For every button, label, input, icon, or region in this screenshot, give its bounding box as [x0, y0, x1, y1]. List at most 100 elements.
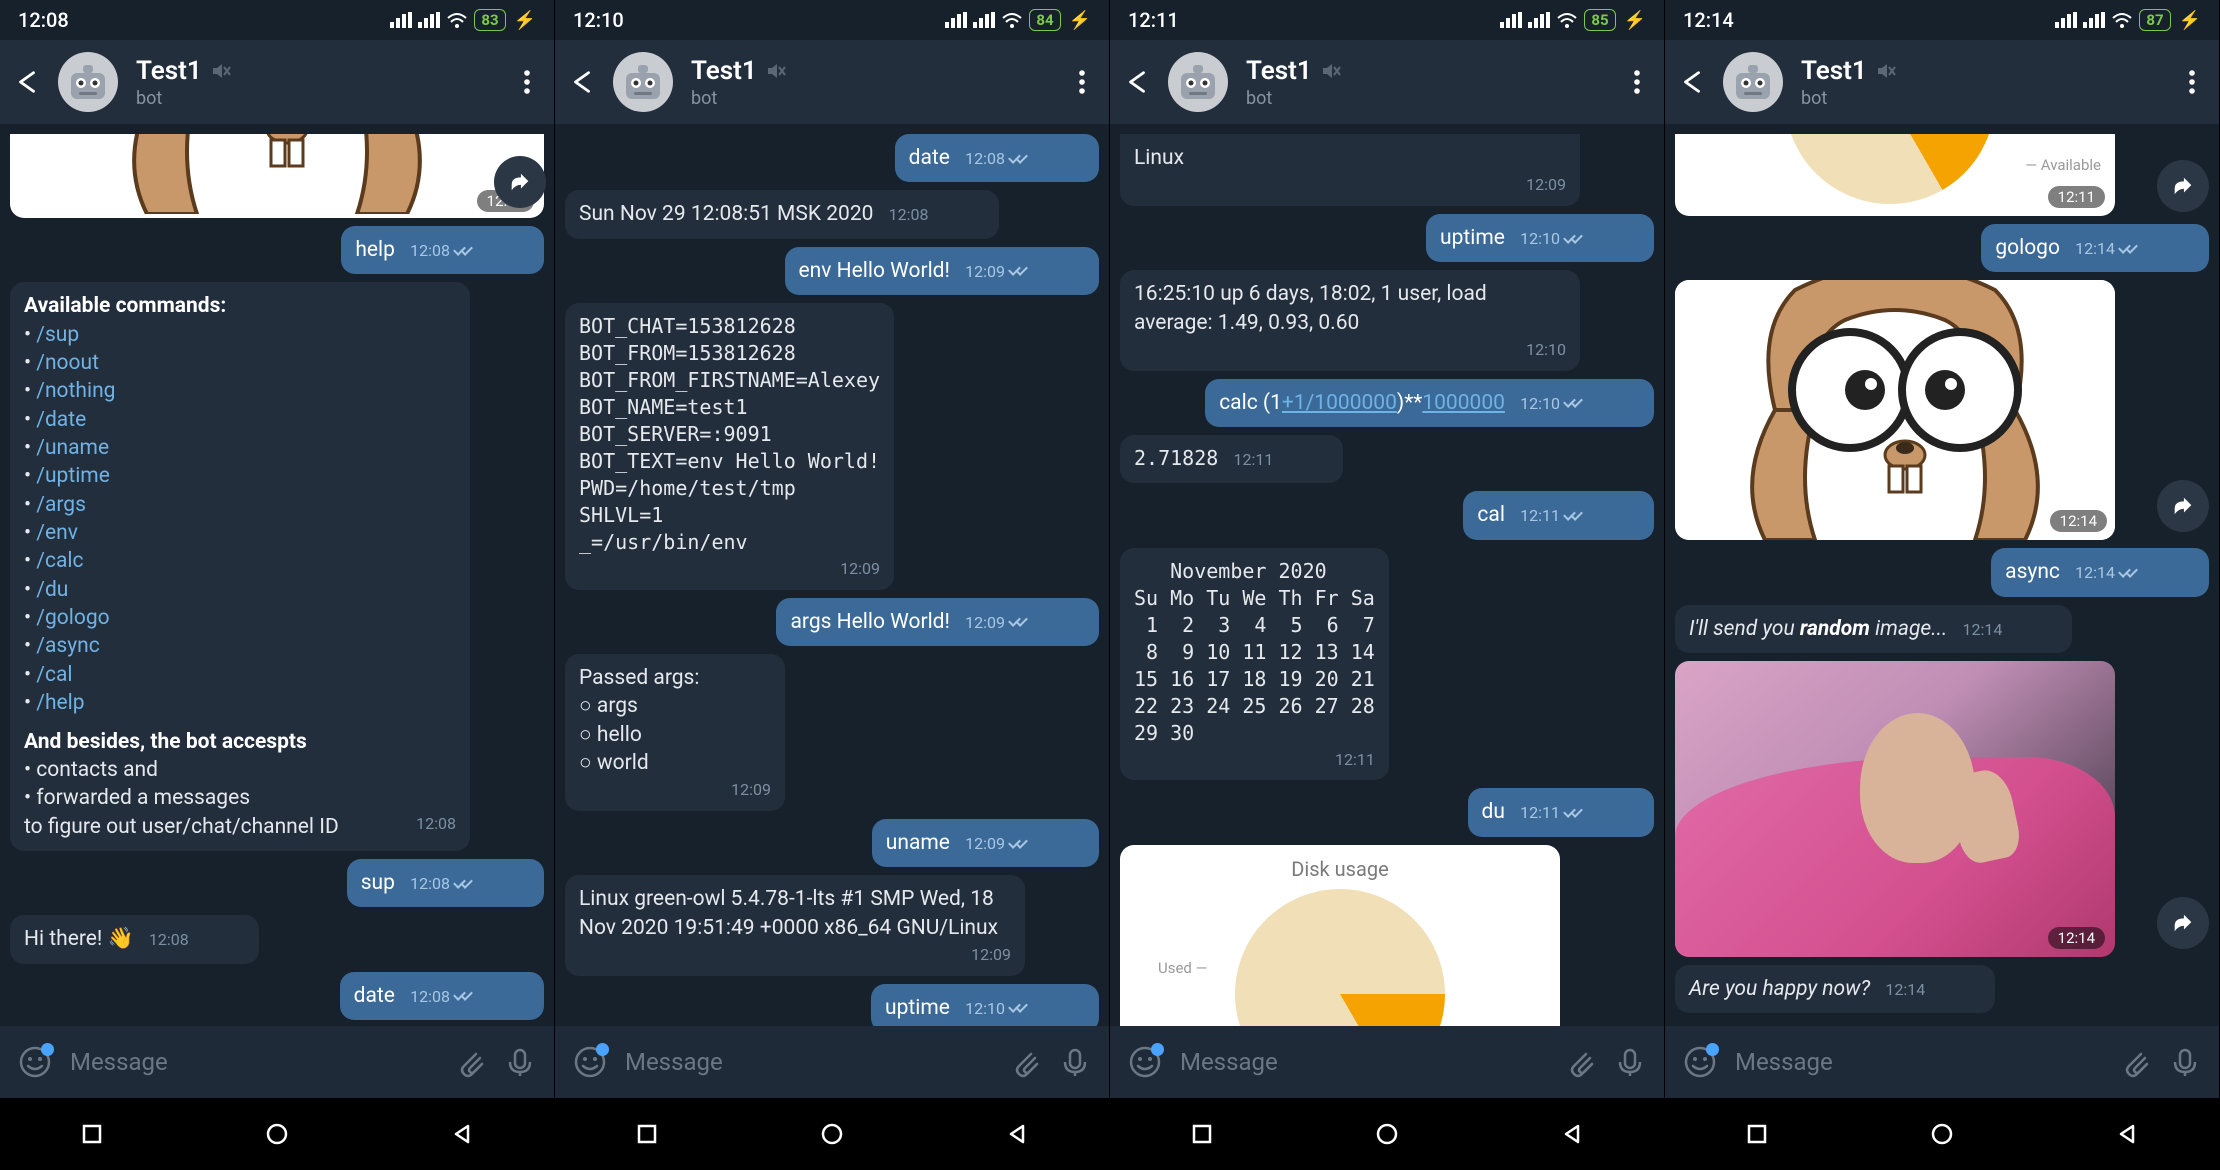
back-icon[interactable] — [1124, 69, 1150, 95]
image-message[interactable]: 12:14 — [1675, 280, 2115, 540]
nav-recent-icon[interactable] — [1188, 1120, 1216, 1148]
forward-button[interactable] — [2157, 480, 2209, 532]
message-input[interactable]: Message — [1180, 1048, 1546, 1076]
sent-message[interactable]: cal 12:11 — [1463, 491, 1654, 539]
battery-icon: 87 — [2139, 9, 2170, 31]
nav-home-icon[interactable] — [263, 1120, 291, 1148]
nav-back-icon[interactable] — [1558, 1120, 1586, 1148]
message-input[interactable]: Message — [1735, 1048, 2101, 1076]
attach-icon[interactable] — [1564, 1046, 1596, 1078]
status-time: 12:10 — [573, 8, 624, 32]
chat-body[interactable]: 12:08 help 12:08 Available commands: /su… — [0, 124, 554, 1026]
signal-icon — [1528, 12, 1550, 28]
android-nav-bar — [555, 1098, 1109, 1170]
photo-content — [1675, 661, 2115, 957]
nav-back-icon[interactable] — [2113, 1120, 2141, 1148]
read-checks-icon — [1564, 232, 1584, 246]
sent-message[interactable]: date 12:08 — [895, 134, 1099, 182]
more-icon[interactable] — [1624, 69, 1650, 95]
avatar[interactable] — [1723, 52, 1783, 112]
nav-recent-icon[interactable] — [633, 1120, 661, 1148]
nav-home-icon[interactable] — [1373, 1120, 1401, 1148]
message-input[interactable]: Message — [70, 1048, 436, 1076]
message-input[interactable]: Message — [625, 1048, 991, 1076]
chat-title-block[interactable]: Test1 bot — [1246, 56, 1606, 109]
chat-subtitle: bot — [691, 88, 1051, 109]
received-message[interactable]: Linux green-owl 5.4.78-1-lts #1 SMP Wed,… — [565, 875, 1025, 975]
nav-home-icon[interactable] — [818, 1120, 846, 1148]
forward-button[interactable] — [494, 156, 546, 208]
back-icon[interactable] — [14, 69, 40, 95]
chat-title-block[interactable]: Test1 bot — [691, 56, 1051, 109]
sent-message[interactable]: calc (1+1/1000000)**1000000 12:10 — [1205, 379, 1654, 427]
read-checks-icon — [2119, 566, 2139, 580]
nav-back-icon[interactable] — [448, 1120, 476, 1148]
received-message[interactable]: Are you happy now? 12:14 — [1675, 965, 1995, 1013]
chat-body[interactable]: date 12:08 Sun Nov 29 12:08:51 MSK 2020 … — [555, 124, 1109, 1026]
emoji-button[interactable] — [573, 1045, 607, 1079]
sent-message[interactable]: date 12:08 — [340, 972, 544, 1020]
more-icon[interactable] — [2179, 69, 2205, 95]
chat-title-block[interactable]: Test1 bot — [136, 56, 496, 109]
read-checks-icon — [1009, 152, 1029, 166]
forward-button[interactable] — [2157, 160, 2209, 212]
received-message[interactable]: Hi there! 👋 12:08 — [10, 915, 259, 963]
sent-message[interactable]: uname 12:09 — [872, 819, 1099, 867]
received-message[interactable]: November 2020 Su Mo Tu We Th Fr Sa 1 2 3… — [1120, 548, 1389, 781]
attach-icon[interactable] — [1009, 1046, 1041, 1078]
sent-message[interactable]: help 12:08 — [341, 226, 544, 274]
received-message[interactable]: 2.71828 12:11 — [1120, 435, 1343, 483]
image-message[interactable]: 12:08 — [10, 134, 544, 218]
back-icon[interactable] — [1679, 69, 1705, 95]
forward-button[interactable] — [2157, 897, 2209, 949]
sent-message[interactable]: gologo 12:14 — [1981, 224, 2209, 272]
nav-recent-icon[interactable] — [78, 1120, 106, 1148]
read-checks-icon — [1009, 1001, 1029, 1015]
chat-body[interactable]: — Available 12:11 gologo 12:14 12:14 asy… — [1665, 124, 2219, 1026]
attach-icon[interactable] — [454, 1046, 486, 1078]
emoji-button[interactable] — [18, 1045, 52, 1079]
sent-message[interactable]: async 12:14 — [1991, 548, 2209, 596]
status-bar: 12:08 83 ⚡ — [0, 0, 554, 40]
received-message[interactable]: BOT_CHAT=153812628 BOT_FROM=153812628 BO… — [565, 303, 894, 590]
message-time: 12:08 — [410, 240, 450, 262]
emoji-button[interactable] — [1128, 1045, 1162, 1079]
signal-icon — [390, 12, 412, 28]
disk-usage-chart[interactable]: — Available 12:11 — [1675, 134, 2115, 216]
chat-body[interactable]: Linux 12:09 uptime 12:10 16:25:10 up 6 d… — [1110, 124, 1664, 1026]
received-message[interactable]: 16:25:10 up 6 days, 18:02, 1 user, load … — [1120, 270, 1580, 370]
sent-message[interactable]: env Hello World! 12:09 — [785, 247, 1099, 295]
sent-message[interactable]: du 12:11 — [1468, 788, 1654, 836]
received-message[interactable]: Passed args: ○ args ○ hello ○ world 12:0… — [565, 654, 785, 811]
mic-icon[interactable] — [1614, 1046, 1646, 1078]
charging-icon: ⚡ — [1624, 10, 1646, 31]
more-icon[interactable] — [1069, 69, 1095, 95]
mic-icon[interactable] — [2169, 1046, 2201, 1078]
nav-recent-icon[interactable] — [1743, 1120, 1771, 1148]
back-icon[interactable] — [569, 69, 595, 95]
image-message[interactable]: 12:14 — [1675, 661, 2115, 957]
more-icon[interactable] — [514, 69, 540, 95]
received-message[interactable]: I'll send you random image... 12:14 — [1675, 605, 2072, 653]
avatar[interactable] — [58, 52, 118, 112]
mic-icon[interactable] — [1059, 1046, 1091, 1078]
sent-message[interactable]: uptime 12:10 — [871, 984, 1099, 1026]
message-time: 12:09 — [965, 261, 1005, 283]
read-checks-icon — [454, 989, 474, 1003]
received-message[interactable]: Sun Nov 29 12:08:51 MSK 2020 12:08 — [565, 190, 999, 238]
nav-home-icon[interactable] — [1928, 1120, 1956, 1148]
mic-icon[interactable] — [504, 1046, 536, 1078]
nav-back-icon[interactable] — [1003, 1120, 1031, 1148]
disk-usage-chart[interactable]: Disk usage Used — — Available 12:11 — [1120, 845, 1560, 1026]
emoji-button[interactable] — [1683, 1045, 1717, 1079]
received-message[interactable]: Linux 12:09 — [1120, 134, 1580, 206]
sent-message[interactable]: args Hello World! 12:09 — [776, 598, 1099, 646]
read-checks-icon — [1009, 615, 1029, 629]
avatar[interactable] — [1168, 52, 1228, 112]
sent-message[interactable]: uptime 12:10 — [1426, 214, 1654, 262]
chat-title-block[interactable]: Test1 bot — [1801, 56, 2161, 109]
received-message[interactable]: Available commands: /sup /noout /nothing… — [10, 282, 470, 851]
avatar[interactable] — [613, 52, 673, 112]
attach-icon[interactable] — [2119, 1046, 2151, 1078]
sent-message[interactable]: sup 12:08 — [347, 859, 544, 907]
